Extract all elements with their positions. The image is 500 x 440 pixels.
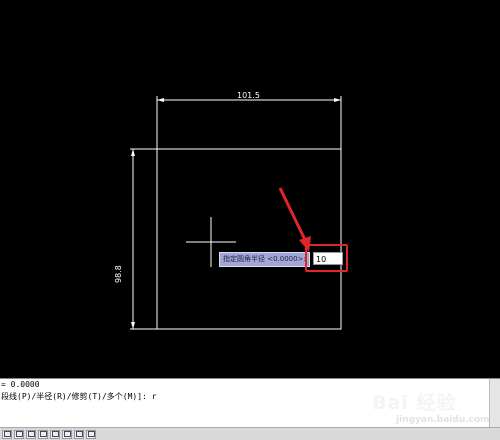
dimension-arrow-left — [157, 98, 164, 102]
dimension-arrow-right — [334, 98, 341, 102]
status-bar — [0, 427, 500, 440]
fillet-radius-tooltip: 指定圆角半径 <0.0000>: — [219, 252, 310, 267]
lineweight-icon[interactable] — [74, 429, 84, 439]
width-dimension-text: 101.5 — [237, 91, 260, 100]
watermark-sub: jingyan.baidu.com — [396, 415, 490, 425]
drawing-svg — [130, 96, 342, 330]
watermark-text: Bai 经验 — [372, 392, 457, 414]
dimension-arrow-bottom — [131, 322, 135, 329]
otrack-icon[interactable] — [62, 429, 72, 439]
drawing-canvas[interactable]: 101.5 98.8 指定圆角半径 <0.0000>: 10 — [0, 0, 500, 378]
grid-icon[interactable] — [14, 429, 24, 439]
height-dimension-text: 98.8 — [114, 265, 123, 283]
model-icon[interactable] — [86, 429, 96, 439]
polar-icon[interactable] — [38, 429, 48, 439]
command-scrollbar[interactable] — [489, 379, 500, 427]
annotation-highlight-box — [305, 244, 348, 272]
dimension-arrow-top — [131, 149, 135, 156]
osnap-icon[interactable] — [50, 429, 60, 439]
annotation-arrow-icon — [278, 187, 308, 243]
rectangle-shape[interactable] — [156, 148, 342, 330]
snap-icon[interactable] — [2, 429, 12, 439]
watermark-logo: Bai 经验 jingyan.baidu.com — [372, 388, 490, 425]
ortho-icon[interactable] — [26, 429, 36, 439]
